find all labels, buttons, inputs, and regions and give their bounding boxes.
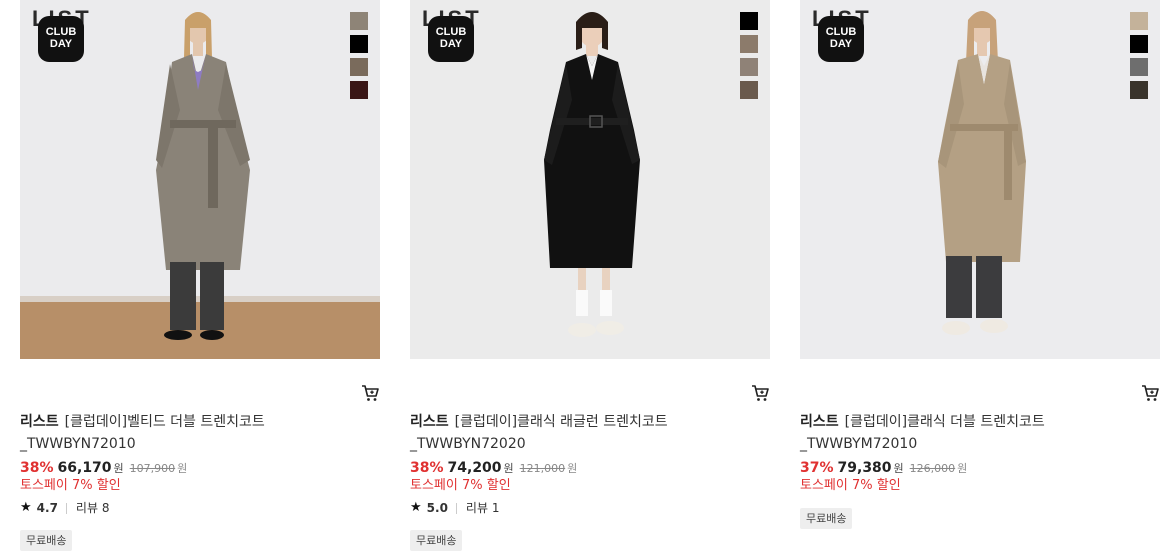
color-swatch[interactable]: [1130, 58, 1148, 76]
color-swatches: [350, 12, 368, 104]
divider: [65, 502, 67, 514]
price-unit: 원: [113, 462, 124, 475]
color-swatch[interactable]: [740, 58, 758, 76]
color-swatch[interactable]: [350, 12, 368, 30]
cart-icon: [362, 385, 379, 401]
color-swatches: [740, 12, 758, 104]
star-icon: ★: [410, 500, 422, 515]
free-shipping-tag: 무료배송: [800, 508, 853, 529]
price-unit: 원: [503, 462, 514, 475]
product-title[interactable]: 리스트 [클럽데이]클래식 더블 트렌치코트 _TWWBYM72010: [800, 411, 1100, 455]
color-swatch[interactable]: [350, 81, 368, 99]
payment-promo: 토스페이 7% 할인: [410, 478, 511, 493]
color-swatch[interactable]: [740, 35, 758, 53]
free-shipping-tag: 무료배송: [410, 530, 463, 551]
discount-rate: 38%: [20, 460, 54, 476]
product-title[interactable]: 리스트 [클럽데이]벨티드 더블 트렌치코트 _TWWBYN72010: [20, 411, 320, 455]
product-title[interactable]: 리스트 [클럽데이]클래식 래글런 트렌치코트 _TWWBYN72020: [410, 411, 710, 455]
badge-line: DAY: [439, 38, 463, 50]
color-swatch[interactable]: [1130, 12, 1148, 30]
discount-rate: 37%: [800, 460, 834, 476]
club-day-badge: CLUB DAY: [38, 16, 84, 62]
rating-row: ★ 4.7 리뷰 8: [20, 499, 109, 517]
color-swatch[interactable]: [350, 58, 368, 76]
original-price-unit: 원: [567, 462, 578, 475]
badge-line: CLUB: [45, 26, 77, 38]
cart-icon: [752, 385, 769, 401]
product-image[interactable]: LIST CLUB DAY: [800, 0, 1160, 359]
product-card[interactable]: LIST CLUB DAY 리스트[클럽데이]클래식 래글런 트렌치코트 _TW…: [410, 0, 770, 558]
add-to-cart-button[interactable]: [360, 383, 380, 403]
free-shipping-tag: 무료배송: [20, 530, 73, 551]
brand-name: 리스트: [20, 414, 59, 430]
original-price: 126,000: [909, 462, 956, 475]
rating-value: 4.7: [36, 501, 58, 515]
rating-value: 5.0: [426, 501, 448, 515]
product-image[interactable]: LIST CLUB DAY: [410, 0, 770, 359]
badge-line: DAY: [49, 38, 73, 50]
original-price: 107,900: [129, 462, 176, 475]
badge-line: CLUB: [825, 26, 857, 38]
price-row: 38% 74,200 원 121,000 원: [410, 459, 577, 478]
divider: [455, 502, 457, 514]
color-swatch[interactable]: [1130, 35, 1148, 53]
review-count: 리뷰 8: [75, 501, 110, 515]
star-icon: ★: [20, 500, 32, 515]
original-price-unit: 원: [957, 462, 968, 475]
original-price: 121,000: [519, 462, 566, 475]
payment-promo: 토스페이 7% 할인: [800, 478, 901, 493]
price-unit: 원: [893, 462, 904, 475]
product-card[interactable]: LIST CLUB DAY 리스트[클럽데이]클래식 더블 트렌치코트 _TWW…: [800, 0, 1160, 558]
add-to-cart-button[interactable]: [750, 383, 770, 403]
brand-name: 리스트: [800, 414, 839, 430]
color-swatch[interactable]: [740, 81, 758, 99]
club-day-badge: CLUB DAY: [818, 16, 864, 62]
sale-price: 74,200: [447, 460, 502, 476]
price-row: 37% 79,380 원 126,000 원: [800, 459, 967, 478]
cart-icon: [1142, 385, 1159, 401]
color-swatch[interactable]: [350, 35, 368, 53]
badge-line: CLUB: [435, 26, 467, 38]
brand-name: 리스트: [410, 414, 449, 430]
color-swatch[interactable]: [740, 12, 758, 30]
color-swatches: [1130, 12, 1148, 104]
product-card[interactable]: LIST CLUB DAY 리스트[클럽데이]벨티드 더블 트렌치코트 _TWW…: [20, 0, 380, 558]
product-image[interactable]: LIST CLUB DAY: [20, 0, 380, 359]
payment-promo: 토스페이 7% 할인: [20, 478, 121, 493]
sale-price: 66,170: [57, 460, 112, 476]
review-count: 리뷰 1: [465, 501, 500, 515]
add-to-cart-button[interactable]: [1140, 383, 1160, 403]
color-swatch[interactable]: [1130, 81, 1148, 99]
badge-line: DAY: [829, 38, 853, 50]
discount-rate: 38%: [410, 460, 444, 476]
original-price-unit: 원: [177, 462, 188, 475]
sale-price: 79,380: [837, 460, 892, 476]
club-day-badge: CLUB DAY: [428, 16, 474, 62]
price-row: 38% 66,170 원 107,900 원: [20, 459, 187, 478]
rating-row: ★ 5.0 리뷰 1: [410, 499, 499, 517]
